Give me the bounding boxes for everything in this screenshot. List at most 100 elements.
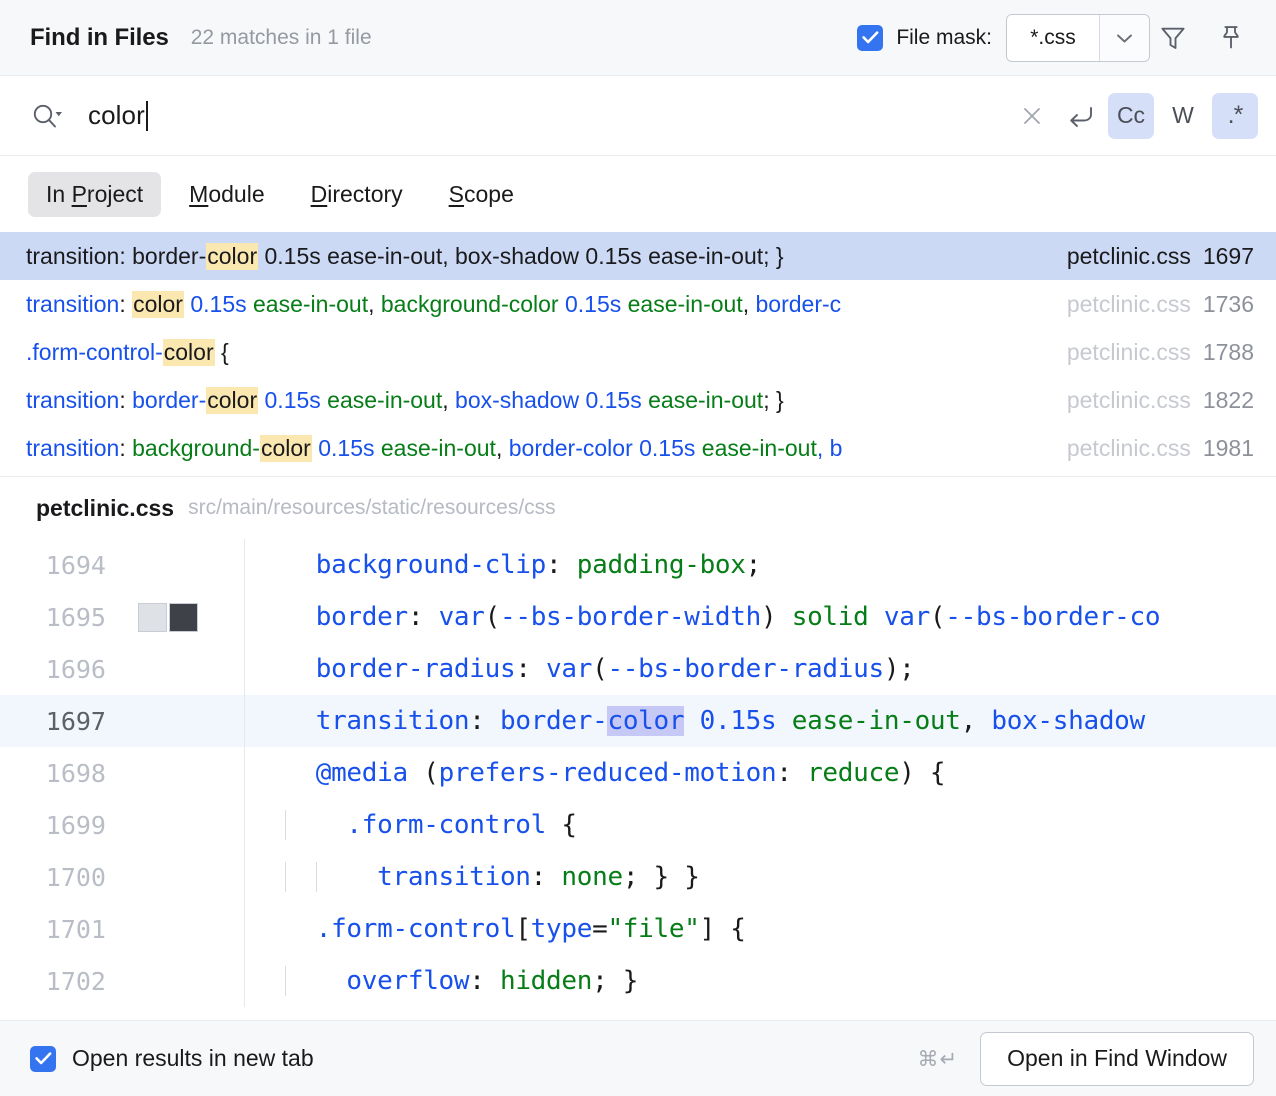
editor-gutter[interactable]: 1695 [0,591,245,643]
file-mask-value[interactable]: *.css [1007,15,1099,61]
code-token: { [546,810,577,840]
editor-gutter[interactable]: 1696 [0,643,245,695]
scope-tab-mnemonic: D [311,181,328,207]
code-token [684,706,699,736]
file-mask-combobox[interactable]: *.css [1006,14,1150,62]
code-token: : [776,758,807,788]
page-title: Find in Files [30,24,169,52]
code-preview[interactable]: 1694 background-clip: padding-box;1695 b… [0,539,1276,1020]
code-text: .form-control { [245,810,1276,840]
code-token: : [546,550,577,580]
result-row[interactable]: transition: color 0.15s ease-in-out, bac… [0,280,1276,328]
code-token: 0.15s [565,291,621,317]
scope-tab-in-project[interactable]: In Project [28,172,161,217]
editor-gutter[interactable]: 1697 [0,695,245,747]
code-text: background-clip: padding-box; [245,550,1276,580]
color-swatches[interactable] [138,603,198,632]
words-toggle[interactable]: W [1160,93,1206,139]
scope-tab-mnemonic: M [189,181,208,207]
code-token: border [316,602,408,632]
code-token: ; } [763,387,783,413]
file-mask-checkbox[interactable] [857,25,883,51]
code-line[interactable]: 1694 background-clip: padding-box; [0,539,1276,591]
code-token: border- [132,387,206,413]
editor-gutter[interactable]: 1700 [0,851,245,903]
editor-gutter[interactable]: 1694 [0,539,245,591]
result-row[interactable]: transition: border-color 0.15s ease-in-o… [0,232,1276,280]
code-token: @media [316,758,408,788]
code-line[interactable]: 1699 .form-control { [0,799,1276,851]
color-swatch[interactable] [138,603,167,632]
code-token: ease-in-out [695,435,816,461]
code-token: transition: border- [26,243,206,269]
scope-tab-module[interactable]: Module [171,172,282,217]
results-list[interactable]: transition: border-color 0.15s ease-in-o… [0,232,1276,477]
new-line-button[interactable] [1058,96,1102,136]
code-token: : [119,387,132,413]
search-options-button[interactable] [26,94,70,138]
scope-tab-scope[interactable]: Scope [431,172,532,217]
code-line[interactable]: 1700 transition: none; } } [0,851,1276,903]
code-text: transition: border-color 0.15s ease-in-o… [245,706,1276,736]
code-token: [ [515,914,530,944]
code-token: , [442,387,455,413]
code-token: background-clip [316,550,546,580]
filter-icon [1158,23,1188,53]
code-text: border-radius: var(--bs-border-radius); [245,654,1276,684]
file-mask-dropdown-button[interactable] [1099,15,1149,61]
clear-search-button[interactable] [1012,96,1052,136]
pin-button[interactable] [1208,15,1254,61]
line-number: 1699 [0,811,110,840]
code-token: 0.15s [190,291,246,317]
search-input-value: color [88,100,145,131]
result-meta: petclinic.css1822 [1067,387,1254,414]
search-actions: Cc W .* [1012,93,1258,139]
code-token: : [119,435,132,461]
code-token: --bs-border-co [945,602,1160,632]
code-line[interactable]: 1696 border-radius: var(--bs-border-radi… [0,643,1276,695]
result-meta: petclinic.css1736 [1067,291,1254,318]
regex-label: .* [1228,101,1243,130]
chevron-down-icon [1115,32,1134,44]
line-number: 1697 [0,707,110,736]
code-token: : [408,602,439,632]
regex-toggle[interactable]: .* [1212,93,1258,139]
editor-gutter[interactable]: 1698 [0,747,245,799]
code-token: 0.15s ease-in-out, box-shadow 0.15s ease… [258,243,784,269]
code-token [869,602,884,632]
editor-gutter[interactable]: 1702 [0,955,245,1007]
code-line[interactable]: 1701 .form-control[type="file"] { [0,903,1276,955]
code-token: ease-in-out [776,706,960,736]
result-row[interactable]: transition: border-color 0.15s ease-in-o… [0,376,1276,424]
search-input[interactable]: color [70,100,1012,131]
code-token: ; } } [623,862,700,892]
code-text: transition: none; } } [245,862,1276,892]
scope-tab-directory[interactable]: Directory [293,172,421,217]
code-token: .form-control- [26,339,163,365]
code-token: border-c [756,291,842,317]
line-number: 1702 [0,967,110,996]
color-swatch[interactable] [169,603,198,632]
footer-actions: ⌘↵ Open in Find Window [918,1032,1255,1086]
code-token [285,966,346,996]
code-line[interactable]: 1695 border: var(--bs-border-width) soli… [0,591,1276,643]
code-token [285,602,316,632]
code-line[interactable]: 1697 transition: border-color 0.15s ease… [0,695,1276,747]
match-highlight: color [206,243,258,270]
match-case-toggle[interactable]: Cc [1108,93,1154,139]
editor-gutter[interactable]: 1699 [0,799,245,851]
line-number: 1701 [0,915,110,944]
open-in-find-window-button[interactable]: Open in Find Window [980,1032,1254,1086]
file-mask-label: File mask: [896,26,992,50]
code-line[interactable]: 1702 overflow: hidden; } [0,955,1276,1007]
open-results-new-tab-checkbox[interactable] [30,1046,56,1072]
result-row[interactable]: .form-control-color {petclinic.css1788 [0,328,1276,376]
editor-gutter[interactable]: 1701 [0,903,245,955]
code-line[interactable]: 1698 @media (prefers-reduced-motion: red… [0,747,1276,799]
result-file-name: petclinic.css [1067,435,1191,462]
result-row[interactable]: transition: background-color 0.15s ease-… [0,424,1276,472]
result-file-name: petclinic.css [1067,339,1191,366]
filter-button[interactable] [1150,15,1196,61]
open-results-new-tab-label: Open results in new tab [72,1045,314,1072]
preview-file-path: src/main/resources/static/resources/css [188,496,556,520]
